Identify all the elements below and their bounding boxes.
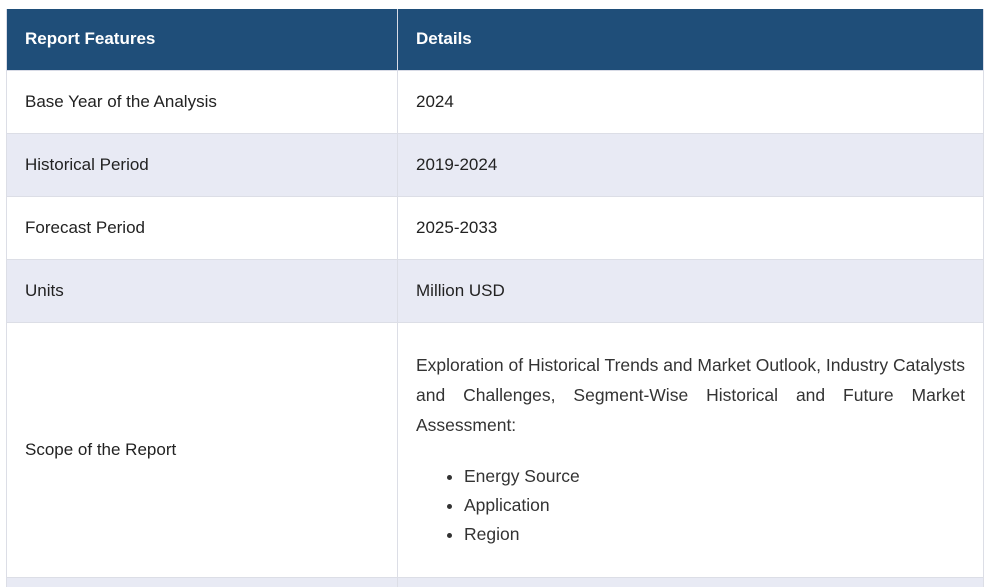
detail-cell [397, 576, 984, 587]
table-row: Units Million USD [6, 258, 984, 323]
scope-segment-list: Energy Source Application Region [416, 462, 983, 549]
report-features-table: Report Features Details Base Year of the… [6, 9, 984, 587]
detail-cell: Million USD [397, 258, 984, 323]
feature-cell: Base Year of the Analysis [6, 69, 398, 134]
scope-row: Scope of the Report Exploration of Histo… [6, 321, 984, 578]
header-report-features: Report Features [6, 9, 398, 71]
scope-detail-cell: Exploration of Historical Trends and Mar… [397, 321, 984, 578]
feature-cell: Units [6, 258, 398, 323]
table-row-partial [6, 576, 984, 587]
feature-cell [6, 576, 398, 587]
list-item: Application [464, 491, 983, 520]
scope-feature-cell: Scope of the Report [6, 321, 398, 578]
table-header-row: Report Features Details [6, 9, 984, 71]
detail-cell: 2024 [397, 69, 984, 134]
scope-description: Exploration of Historical Trends and Mar… [416, 355, 965, 435]
feature-cell: Historical Period [6, 132, 398, 197]
list-item: Region [464, 520, 983, 549]
detail-cell: 2025-2033 [397, 195, 984, 260]
list-item: Energy Source [464, 462, 983, 491]
table-row: Base Year of the Analysis 2024 [6, 69, 984, 134]
feature-cell: Forecast Period [6, 195, 398, 260]
table-row: Historical Period 2019-2024 [6, 132, 984, 197]
table-row: Forecast Period 2025-2033 [6, 195, 984, 260]
detail-cell: 2019-2024 [397, 132, 984, 197]
header-details: Details [397, 9, 984, 71]
report-features-table-container: Report Features Details Base Year of the… [6, 9, 984, 587]
